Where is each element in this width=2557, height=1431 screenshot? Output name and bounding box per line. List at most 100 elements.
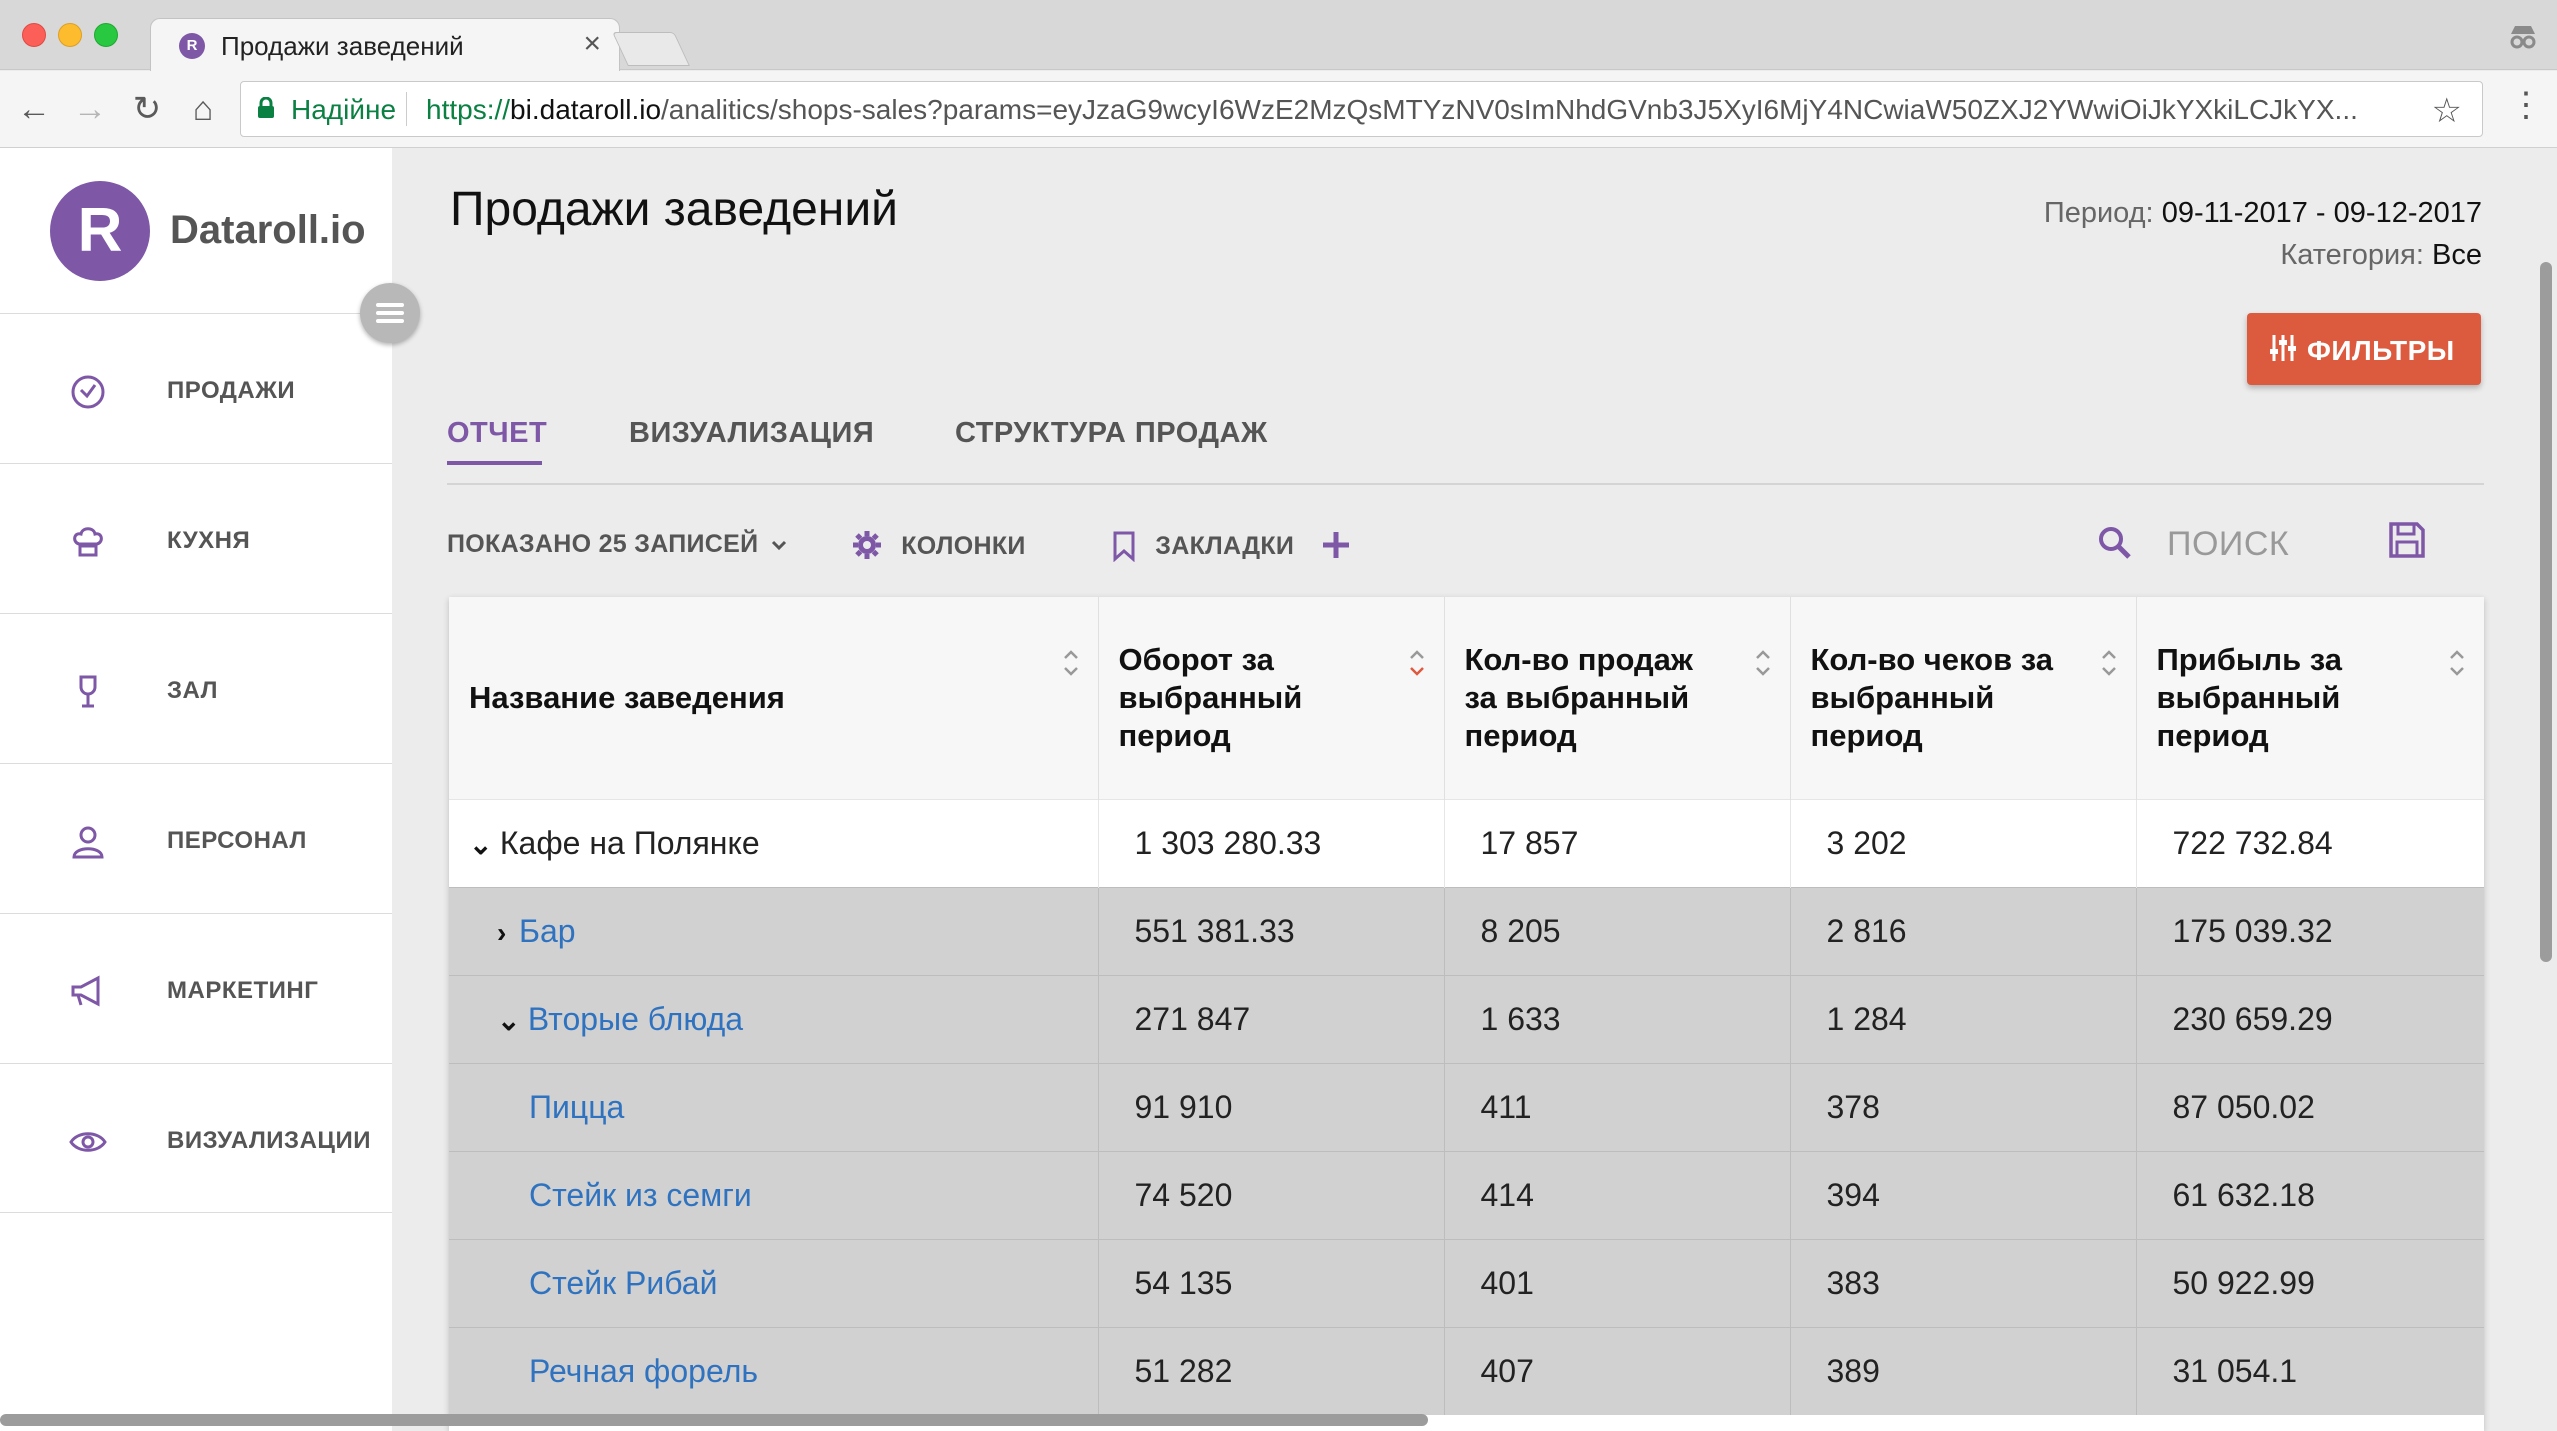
cell-sales: 1 633 bbox=[1443, 974, 1790, 1063]
vertical-scrollbar[interactable] bbox=[2540, 262, 2552, 962]
table-row[interactable]: Речная форель 51 282 407 389 31 054.1 bbox=[449, 1326, 2484, 1415]
close-window-button[interactable] bbox=[22, 23, 46, 47]
sort-icon[interactable] bbox=[2448, 645, 2466, 681]
period-label: Период: bbox=[2043, 197, 2154, 229]
table-row[interactable]: Пицца 91 910 411 378 87 050.02 bbox=[449, 1062, 2484, 1151]
sidebar-item-marketing[interactable]: МАРКЕТИНГ bbox=[0, 913, 392, 1063]
table-controls: ПОКАЗАНО 25 ЗАПИСЕЙ КОЛОНКИ ЗАКЛАДКИ ПОИ… bbox=[447, 520, 2484, 570]
bookmarks-label: ЗАКЛАДКИ bbox=[1155, 532, 1295, 560]
logo-icon: R bbox=[50, 181, 150, 281]
sales-table: Название заведения Оборот за выбранный п… bbox=[449, 597, 2484, 1431]
sidebar-item-kitchen[interactable]: КУХНЯ bbox=[0, 463, 392, 613]
chevron-down-icon[interactable]: ⌄ bbox=[497, 1004, 520, 1037]
gear-icon bbox=[853, 531, 881, 559]
table-row[interactable]: › Бар 551 381.33 8 205 2 816 175 039.32 bbox=[449, 886, 2484, 975]
save-icon[interactable] bbox=[2387, 520, 2427, 560]
tab-visualization[interactable]: ВИЗУАЛИЗАЦИЯ bbox=[629, 417, 874, 450]
filters-label: ФИЛЬТРЫ bbox=[2307, 335, 2455, 366]
cell-name[interactable]: ⌄ Вторые блюда bbox=[449, 974, 1098, 1063]
back-icon[interactable]: ← bbox=[14, 89, 54, 129]
tab-close-icon[interactable]: × bbox=[583, 27, 601, 61]
tab-sales-structure[interactable]: СТРУКТУРА ПРОДАЖ bbox=[955, 417, 1268, 450]
cell-name[interactable]: ⌄ Кафе на Полянке bbox=[449, 798, 1098, 887]
search-icon[interactable] bbox=[2097, 525, 2133, 561]
chevron-down-icon[interactable]: ⌄ bbox=[469, 828, 492, 861]
page-title: Продажи заведений bbox=[450, 183, 898, 236]
columns-button[interactable]: КОЛОНКИ bbox=[852, 530, 1026, 561]
table-row[interactable]: Стейк из семги 74 520 414 394 61 632.18 bbox=[449, 1150, 2484, 1239]
cell-name[interactable]: › Бар bbox=[449, 886, 1098, 975]
sidebar-item-label: ЗАЛ bbox=[167, 677, 218, 704]
cell-name[interactable]: Речная форель bbox=[449, 1326, 1098, 1415]
cell-turnover: 1 303 280.33 bbox=[1097, 798, 1444, 887]
sort-icon[interactable] bbox=[1062, 645, 1080, 681]
secure-label: Надійне bbox=[291, 94, 397, 125]
column-header-checks-count[interactable]: Кол-во чеков за выбранный период bbox=[1789, 597, 2136, 799]
category-label: Категория: bbox=[2280, 239, 2424, 271]
sort-icon[interactable] bbox=[2100, 645, 2118, 681]
records-shown-dropdown[interactable]: ПОКАЗАНО 25 ЗАПИСЕЙ bbox=[447, 530, 788, 559]
chevron-right-icon[interactable]: › bbox=[497, 917, 519, 949]
cell-profit: 50 922.99 bbox=[2135, 1238, 2484, 1327]
cell-profit: 61 632.18 bbox=[2135, 1150, 2484, 1239]
horizontal-scrollbar[interactable] bbox=[0, 1414, 1428, 1426]
tab-report[interactable]: ОТЧЕТ bbox=[447, 417, 547, 450]
cell-profit: 31 054.1 bbox=[2135, 1326, 2484, 1415]
sidebar-item-label: ПРОДАЖИ bbox=[167, 377, 296, 404]
reload-icon[interactable]: ↻ bbox=[127, 89, 167, 129]
bookmark-icon bbox=[1113, 531, 1135, 563]
cell-checks: 3 202 bbox=[1789, 798, 2136, 887]
cell-turnover: 54 135 bbox=[1097, 1238, 1444, 1327]
home-icon[interactable]: ⌂ bbox=[183, 89, 223, 129]
sidebar: R Dataroll.io ПРОДАЖИ КУХНЯ ЗАЛ ПЕРСОНАЛ bbox=[0, 148, 392, 1431]
bookmark-star-icon[interactable]: ☆ bbox=[2432, 91, 2462, 131]
cell-name[interactable]: Стейк Рибай bbox=[449, 1238, 1098, 1327]
cell-sales: 407 bbox=[1443, 1326, 1790, 1415]
cell-checks: 378 bbox=[1789, 1062, 2136, 1151]
column-header-turnover[interactable]: Оборот за выбранный период bbox=[1097, 597, 1444, 799]
column-header-profit[interactable]: Прибыль за выбранный период bbox=[2135, 597, 2484, 799]
sort-icon[interactable] bbox=[1754, 645, 1772, 681]
sidebar-item-staff[interactable]: ПЕРСОНАЛ bbox=[0, 763, 392, 913]
sidebar-item-visualizations[interactable]: ВИЗУАЛИЗАЦИИ bbox=[0, 1063, 392, 1213]
table-row[interactable]: ⌄ Кафе на Полянке 1 303 280.33 17 857 3 … bbox=[449, 798, 2484, 887]
cell-sales: 414 bbox=[1443, 1150, 1790, 1239]
sidebar-item-label: ПЕРСОНАЛ bbox=[167, 827, 307, 854]
address-bar[interactable]: Надійне https://bi.dataroll.io/analitics… bbox=[240, 81, 2483, 137]
column-header-sales-count[interactable]: Кол-во продаж за выбранный период bbox=[1443, 597, 1790, 799]
sidebar-item-hall[interactable]: ЗАЛ bbox=[0, 613, 392, 763]
browser-tab[interactable]: R Продажи заведений × bbox=[150, 18, 620, 71]
cell-checks: 389 bbox=[1789, 1326, 2136, 1415]
sidebar-item-sales[interactable]: ПРОДАЖИ bbox=[0, 313, 392, 463]
forward-icon[interactable]: → bbox=[70, 89, 110, 129]
cell-profit: 87 050.02 bbox=[2135, 1062, 2484, 1151]
cell-profit: 175 039.32 bbox=[2135, 886, 2484, 975]
cell-turnover: 74 520 bbox=[1097, 1150, 1444, 1239]
cell-sales: 17 857 bbox=[1443, 798, 1790, 887]
search-input[interactable]: ПОИСК bbox=[2167, 525, 2289, 564]
sidebar-toggle-button[interactable] bbox=[360, 283, 420, 343]
maximize-window-button[interactable] bbox=[94, 23, 118, 47]
url-path: /analitics/shops-sales?params=eyJzaG9wcy… bbox=[661, 94, 2358, 125]
table-row[interactable]: ⌄ Вторые блюда 271 847 1 633 1 284 230 6… bbox=[449, 974, 2484, 1063]
sort-desc-icon[interactable] bbox=[1408, 645, 1426, 681]
bookmarks-button[interactable]: ЗАКЛАДКИ bbox=[1112, 530, 1295, 563]
cell-checks: 394 bbox=[1789, 1150, 2136, 1239]
cell-name[interactable]: Пицца bbox=[449, 1062, 1098, 1151]
url-text[interactable]: https://bi.dataroll.io/analitics/shops-s… bbox=[426, 94, 2416, 126]
cell-turnover: 271 847 bbox=[1097, 974, 1444, 1063]
eye-icon bbox=[69, 1132, 107, 1152]
browser-menu-icon[interactable]: ⋮ bbox=[2509, 85, 2543, 125]
minimize-window-button[interactable] bbox=[58, 23, 82, 47]
cell-turnover: 51 282 bbox=[1097, 1326, 1444, 1415]
incognito-icon bbox=[2510, 26, 2536, 49]
column-header-name[interactable]: Название заведения bbox=[449, 597, 1098, 799]
cell-name[interactable]: Стейк из семги bbox=[449, 1150, 1098, 1239]
lock-icon bbox=[258, 97, 274, 118]
new-tab-button[interactable] bbox=[612, 32, 690, 66]
add-bookmark-icon[interactable] bbox=[1321, 530, 1351, 560]
table-row[interactable]: Стейк Рибай 54 135 401 383 50 922.99 bbox=[449, 1238, 2484, 1327]
cell-checks: 383 bbox=[1789, 1238, 2136, 1327]
sidebar-item-label: МАРКЕТИНГ bbox=[167, 977, 319, 1004]
filters-button[interactable]: ФИЛЬТРЫ bbox=[2247, 313, 2481, 385]
